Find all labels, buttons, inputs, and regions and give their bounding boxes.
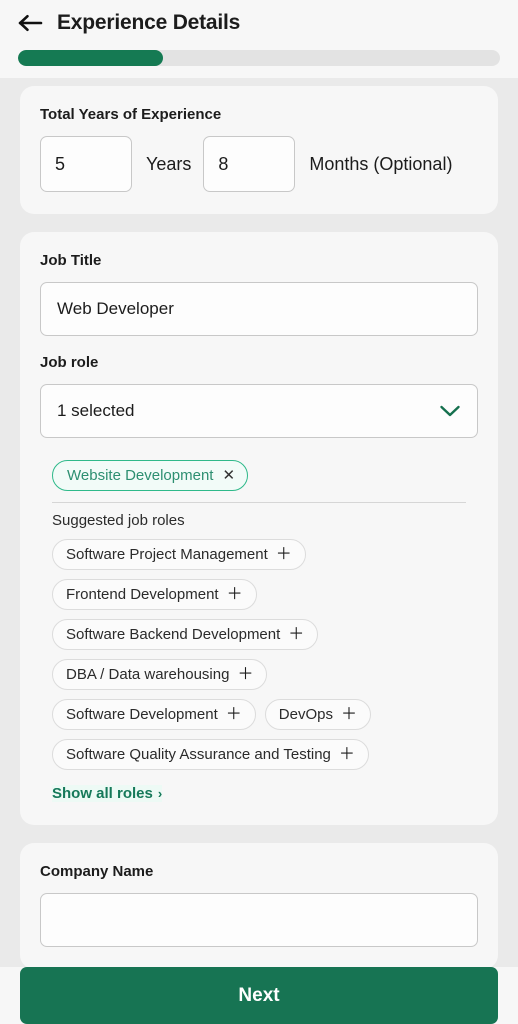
- selected-role-label: Website Development: [67, 467, 214, 484]
- plus-icon[interactable]: ＋: [288, 626, 304, 643]
- job-card: Job Title Job role 1 selected Website De…: [20, 232, 498, 825]
- company-name-label: Company Name: [40, 863, 154, 880]
- months-unit-label: Months (Optional): [309, 153, 453, 174]
- app-header: Experience Details: [0, 0, 518, 78]
- experience-details-screen: Experience Details Total Years of Experi…: [0, 0, 518, 1024]
- experience-card: Total Years of Experience Years Months (…: [20, 86, 498, 214]
- job-title-label: Job Title: [40, 252, 102, 269]
- chips-divider: [52, 502, 466, 503]
- page-title: Experience Details: [57, 11, 241, 34]
- job-role-label: Job role: [40, 354, 99, 371]
- suggested-role-chip[interactable]: DBA / Data warehousing ＋: [52, 659, 268, 690]
- form-content: Total Years of Experience Years Months (…: [0, 78, 518, 1024]
- header-row: Experience Details: [18, 0, 500, 42]
- years-input[interactable]: [40, 136, 132, 192]
- selected-role-chip[interactable]: Website Development ✕: [52, 460, 249, 491]
- experience-inputs-row: Years Months (Optional): [40, 136, 478, 192]
- suggested-roles-row: Software Backend Development ＋: [52, 619, 478, 650]
- plus-icon[interactable]: ＋: [226, 706, 242, 723]
- suggested-roles-row: Frontend Development ＋: [52, 579, 478, 610]
- suggested-role-chip[interactable]: Software Backend Development ＋: [52, 619, 319, 650]
- company-card: Company Name: [20, 843, 498, 969]
- plus-icon[interactable]: ＋: [339, 746, 355, 763]
- suggested-role-label: Software Quality Assurance and Testing: [66, 746, 331, 763]
- suggested-roles-label: Suggested job roles: [52, 512, 185, 529]
- suggested-role-label: Frontend Development: [66, 586, 219, 603]
- chevron-right-icon: ›: [157, 786, 163, 801]
- progress-bar-fill: [18, 50, 163, 66]
- suggested-roles-list: Software Project Management ＋ Frontend Dev…: [40, 539, 478, 770]
- suggested-role-chip[interactable]: Software Project Management ＋: [52, 539, 306, 570]
- suggested-role-chip[interactable]: Software Quality Assurance and Testing ＋: [52, 739, 369, 770]
- close-icon[interactable]: ✕: [222, 468, 235, 483]
- suggested-role-label: Software Development: [66, 706, 218, 723]
- arrow-left-icon[interactable]: [18, 7, 50, 39]
- plus-icon[interactable]: ＋: [276, 546, 292, 563]
- suggested-roles-row: Software Project Management ＋: [52, 539, 478, 570]
- job-role-select[interactable]: 1 selected: [40, 384, 478, 438]
- years-unit-label: Years: [146, 153, 192, 174]
- suggested-roles-row: Software Quality Assurance and Testing ＋: [52, 739, 478, 770]
- progress-bar: [18, 50, 500, 66]
- suggested-role-label: Software Project Management: [66, 546, 268, 563]
- job-title-input[interactable]: [40, 282, 478, 336]
- months-input[interactable]: [203, 136, 296, 192]
- plus-icon[interactable]: ＋: [227, 586, 243, 603]
- suggested-role-chip[interactable]: Frontend Development ＋: [52, 579, 257, 610]
- plus-icon[interactable]: ＋: [341, 706, 357, 723]
- company-name-input[interactable]: [40, 893, 478, 947]
- selected-roles-list: Website Development ✕: [40, 460, 478, 491]
- suggested-role-chip[interactable]: Software Development ＋: [52, 699, 256, 730]
- suggested-role-label: DBA / Data warehousing: [66, 666, 230, 683]
- next-button[interactable]: Next: [20, 967, 498, 1024]
- chevron-down-icon[interactable]: [439, 404, 461, 418]
- show-all-roles-button[interactable]: Show all roles ›: [52, 785, 163, 802]
- suggested-role-label: DevOps: [278, 706, 333, 723]
- suggested-roles-row: Software Development ＋ DevOps ＋: [52, 699, 478, 730]
- suggested-role-label: Software Backend Development: [66, 626, 281, 643]
- suggested-roles-row: DBA / Data warehousing ＋: [52, 659, 478, 690]
- show-all-roles-label: Show all roles: [52, 785, 153, 802]
- suggested-role-chip[interactable]: DevOps ＋: [264, 699, 371, 730]
- job-role-selected-value: 1 selected: [57, 401, 135, 420]
- total-experience-label: Total Years of Experience: [40, 106, 222, 123]
- bottom-action-bar: Next: [0, 967, 518, 1024]
- plus-icon[interactable]: ＋: [237, 666, 253, 683]
